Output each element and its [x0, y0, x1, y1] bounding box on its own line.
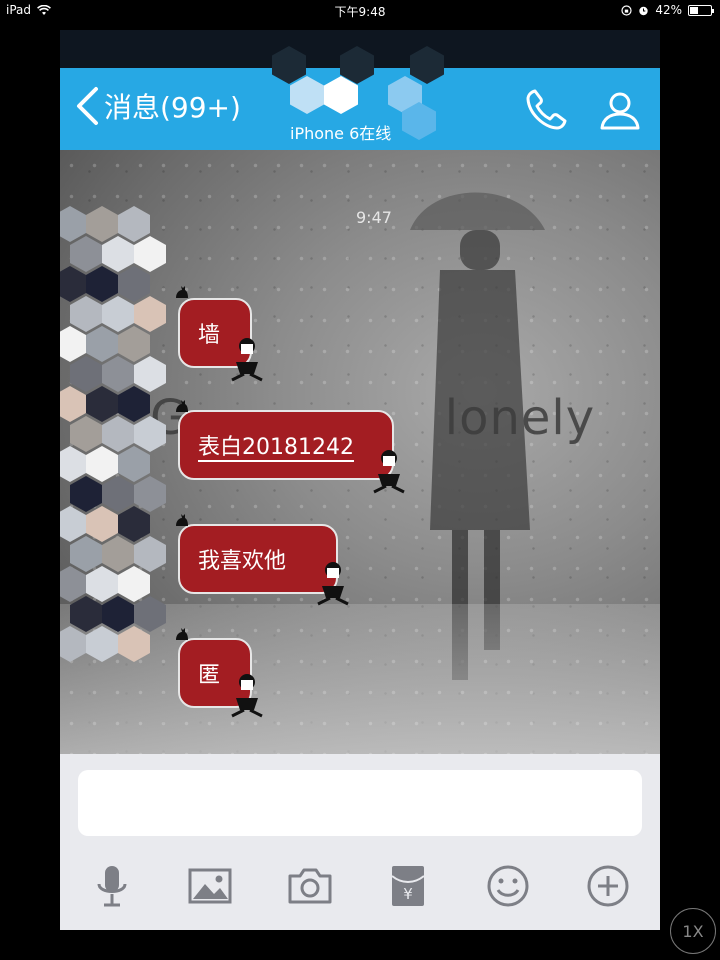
girl-sticker-icon	[231, 338, 263, 382]
camera-icon[interactable]	[286, 862, 334, 910]
message-input[interactable]	[78, 770, 642, 836]
girl-sticker-icon	[231, 674, 263, 718]
mosaic-tile	[118, 626, 150, 662]
mosaic-tile	[86, 446, 118, 482]
mosaic-tile	[118, 266, 150, 302]
phone-screen: 消息(99+) iPhone 6在线 9:47 G lonely 墙 表白201…	[60, 30, 660, 930]
mosaic-tile	[60, 206, 86, 242]
mosaic-tile	[118, 326, 150, 362]
mosaic-tile	[86, 506, 118, 542]
girl-sticker-icon	[317, 562, 349, 606]
mosaic-tile	[86, 626, 118, 662]
mosaic-tile	[102, 536, 134, 572]
mosaic-tile	[60, 626, 86, 662]
message-text: 表白20181242	[198, 435, 354, 460]
rotation-lock-icon	[621, 4, 632, 16]
battery-percent: 42%	[655, 3, 682, 17]
mosaic-tile	[118, 566, 150, 602]
mosaic-tile	[102, 416, 134, 452]
message-text: 墙	[198, 323, 221, 348]
profile-icon[interactable]	[596, 86, 644, 134]
phone-icon[interactable]	[522, 86, 570, 134]
mosaic-tile	[86, 206, 118, 242]
message-bubble[interactable]: 我喜欢他	[178, 524, 338, 594]
message-text: 匿	[198, 663, 221, 688]
input-toolbar: ¥	[60, 854, 660, 918]
mosaic-tile	[70, 596, 102, 632]
chevron-left-icon	[77, 87, 98, 125]
message-timestamp: 9:47	[356, 208, 392, 227]
cat-sticker-icon	[176, 286, 188, 298]
mosaic-tile	[86, 266, 118, 302]
mosaic-tile	[102, 476, 134, 512]
chat-area[interactable]: 9:47 G lonely 墙 表白20181242 我喜欢他 匿	[60, 150, 660, 754]
battery-fill	[690, 6, 698, 14]
svg-text:¥: ¥	[403, 885, 413, 903]
plus-icon[interactable]	[584, 862, 632, 910]
mosaic-tile	[118, 506, 150, 542]
message-text: 我喜欢他	[198, 549, 287, 574]
mosaic-tile	[70, 236, 102, 272]
message-bubble[interactable]: 表白20181242	[178, 410, 394, 480]
mosaic-tile	[102, 296, 134, 332]
image-icon[interactable]	[186, 862, 234, 910]
mosaic-tile	[118, 206, 150, 242]
red-packet-icon[interactable]: ¥	[384, 862, 432, 910]
mosaic-tile	[60, 446, 86, 482]
mosaic-tile	[70, 536, 102, 572]
back-button[interactable]: 消息(99+)	[74, 86, 241, 126]
mosaic-redaction	[60, 206, 166, 706]
wallpaper-word: lonely	[444, 390, 596, 446]
zoom-button[interactable]: 1X	[670, 908, 716, 954]
cat-sticker-icon	[176, 628, 188, 640]
status-time: 下午9:48	[334, 5, 386, 19]
microphone-icon[interactable]	[88, 862, 136, 910]
mosaic-tile	[70, 356, 102, 392]
cat-sticker-icon	[176, 514, 188, 526]
mosaic-tile	[102, 356, 134, 392]
input-panel: ¥	[60, 754, 660, 930]
mosaic-tile	[86, 326, 118, 362]
zoom-label: 1X	[682, 921, 704, 941]
cat-sticker-icon	[176, 400, 188, 412]
mosaic-tile	[70, 296, 102, 332]
ipad-status-bar: iPad 下午9:48 42%	[0, 0, 720, 22]
girl-sticker-icon	[373, 450, 405, 494]
battery-icon	[688, 4, 714, 16]
contact-status: iPhone 6在线	[290, 124, 392, 143]
emoji-icon[interactable]	[484, 862, 532, 910]
mosaic-tile	[102, 236, 134, 272]
mosaic-tile	[86, 566, 118, 602]
mosaic-tile	[86, 386, 118, 422]
mosaic-tile	[60, 566, 86, 602]
alarm-icon	[639, 6, 649, 15]
mosaic-tile	[118, 446, 150, 482]
mosaic-tile	[60, 266, 86, 302]
mosaic-tile	[70, 416, 102, 452]
mosaic-tile	[118, 386, 150, 422]
mosaic-tile	[102, 596, 134, 632]
chat-nav-bar: 消息(99+) iPhone 6在线	[60, 46, 660, 150]
mosaic-tile	[60, 326, 86, 362]
back-label: 消息(99+)	[104, 91, 241, 124]
mosaic-tile	[60, 386, 86, 422]
mosaic-tile	[60, 506, 86, 542]
mosaic-tile	[70, 476, 102, 512]
